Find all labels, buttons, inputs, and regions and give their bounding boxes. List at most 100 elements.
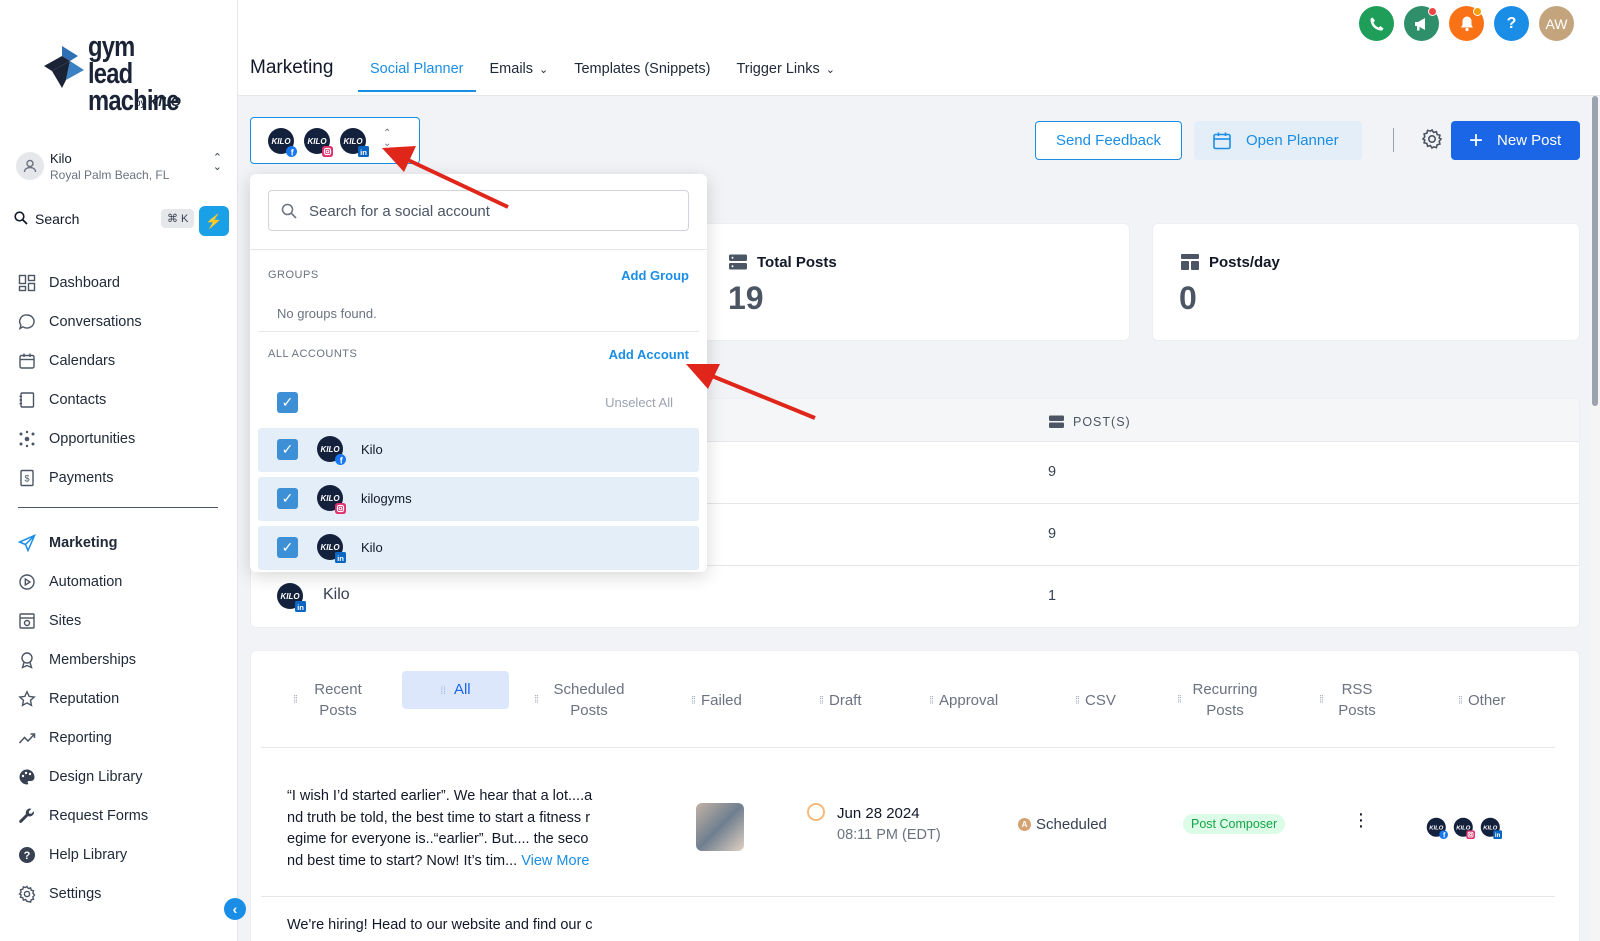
social-account-dropdown: GROUPS Add Group No groups found. ALL AC… [250, 174, 707, 572]
star-icon [16, 688, 38, 710]
sidebar-item-label: Contacts [49, 391, 107, 408]
svg-text:?: ? [24, 850, 31, 862]
sidebar-item-automation[interactable]: Automation [16, 562, 226, 601]
account-search[interactable] [268, 190, 689, 231]
account-name: Kilo [361, 442, 383, 457]
sidebar-item-memberships[interactable]: Memberships [16, 640, 226, 679]
sidebar-item-label: Payments [49, 469, 114, 486]
stat-card-posts-per-day: Posts/day 0 [1152, 223, 1580, 341]
sidebar-item-opportunities[interactable]: Opportunities [16, 419, 226, 458]
sidebar-item-conversations[interactable]: Conversations [16, 302, 226, 341]
post-divider [261, 896, 1555, 897]
calendar-icon [1213, 132, 1231, 150]
settings-gear-icon[interactable] [1421, 128, 1443, 150]
tab-draft[interactable]: ⁞⁞ Draft [819, 690, 861, 711]
chevron-down-icon: ⌄ [539, 64, 549, 76]
account-option[interactable]: ✓ Kilo [258, 428, 699, 472]
stat-label: Total Posts [729, 254, 837, 271]
sidebar-search[interactable]: Search ⌘ K ⚡ [14, 206, 229, 236]
tab-scheduled-posts[interactable]: ⁞⁞ Scheduled Posts [534, 679, 634, 721]
tab-rss-posts[interactable]: ⁞⁞ RSS Posts [1319, 679, 1385, 721]
chevron-updown-icon: ⌃ ⌄ [212, 152, 222, 173]
stat-label: Posts/day [1181, 254, 1280, 271]
new-post-button[interactable]: + New Post [1451, 121, 1580, 160]
table-row[interactable]: Kilo 1 [251, 565, 1579, 627]
tab-templates[interactable]: Templates (Snippets) [562, 52, 722, 92]
page-scrollbar[interactable] [1590, 96, 1600, 941]
quick-action-bolt-icon[interactable]: ⚡ [199, 206, 229, 236]
divider [1393, 128, 1394, 152]
drag-handle-icon: ⁞⁞ [819, 695, 824, 706]
view-more-link[interactable]: View More [521, 853, 589, 869]
open-planner-button[interactable]: Open Planner [1194, 121, 1362, 160]
brand-logo[interactable]: gym lead machine by KILO [40, 33, 200, 116]
account-search-input[interactable] [309, 199, 679, 223]
scrollbar-thumb[interactable] [1592, 96, 1598, 406]
status-author-badge: A [1018, 818, 1031, 831]
unselect-all-button[interactable]: Unselect All [605, 395, 673, 410]
sidebar-item-payments[interactable]: $ Payments [16, 458, 226, 497]
stat-value: 0 [1179, 280, 1197, 316]
automation-icon [16, 571, 38, 593]
post-count: 1 [1048, 588, 1057, 604]
page-title: Marketing [250, 57, 334, 78]
top-icons: ? AW [1359, 6, 1574, 41]
sidebar-item-marketing[interactable]: Marketing [16, 523, 226, 562]
tab-other[interactable]: ⁞⁞ Other [1458, 690, 1505, 711]
add-account-link[interactable]: Add Account [609, 347, 689, 362]
account-checkbox[interactable]: ✓ [277, 439, 298, 460]
post-thumbnail[interactable] [696, 803, 744, 851]
sidebar-item-label: Dashboard [49, 274, 120, 291]
kilo-linkedin-avatar [1480, 817, 1502, 839]
sidebar-item-dashboard[interactable]: Dashboard [16, 263, 226, 302]
sidebar-item-reputation[interactable]: Reputation [16, 679, 226, 718]
sidebar-item-reporting[interactable]: Reporting [16, 718, 226, 757]
drag-handle-icon: ⁞⁞ [1177, 694, 1182, 706]
sidebar-item-settings[interactable]: Settings [16, 874, 226, 913]
sidebar-item-request-forms[interactable]: Request Forms [16, 796, 226, 835]
phone-icon[interactable] [1359, 6, 1394, 41]
sidebar-item-calendars[interactable]: Calendars [16, 341, 226, 380]
wrench-icon [16, 805, 38, 827]
tab-emails[interactable]: Emails ⌄ [478, 52, 561, 92]
tab-failed[interactable]: ⁞⁞ Failed [691, 690, 742, 711]
tab-recent-posts[interactable]: ⁞⁞ Recent Posts [293, 679, 373, 721]
help-question-icon[interactable]: ? [1494, 6, 1529, 41]
sidebar-item-sites[interactable]: Sites [16, 601, 226, 640]
more-options-icon[interactable]: · · · [1356, 804, 1366, 836]
account-option[interactable]: ✓ kilogyms [258, 477, 699, 521]
sidebar-item-label: Request Forms [49, 807, 149, 824]
server-icon [1049, 415, 1064, 428]
tab-trigger-links[interactable]: Trigger Links ⌄ [724, 52, 847, 92]
sidebar-item-contacts[interactable]: Contacts [16, 380, 226, 419]
account-checkbox[interactable]: ✓ [277, 488, 298, 509]
bell-icon[interactable] [1449, 6, 1484, 41]
search-icon [14, 211, 28, 225]
sidebar-item-design-library[interactable]: Design Library [16, 757, 226, 796]
tab-recurring-posts[interactable]: ⁞⁞ Recurring Posts [1177, 679, 1263, 721]
social-account-picker[interactable]: ⌃ ⌄ [250, 117, 420, 164]
sidebar-item-label: Opportunities [49, 430, 136, 447]
kilo-facebook-avatar [1426, 817, 1448, 839]
layout-icon [1181, 254, 1199, 270]
account-checkbox[interactable]: ✓ [277, 537, 298, 558]
post-content: “I wish I’d started earlier”. We hear th… [287, 788, 593, 869]
tab-csv[interactable]: ⁞⁞ CSV [1075, 690, 1116, 711]
sidebar-item-help-library[interactable]: ? Help Library [16, 835, 226, 874]
megaphone-icon[interactable] [1404, 6, 1439, 41]
collapse-sidebar-chevron-icon[interactable]: ‹ [224, 898, 246, 920]
new-post-label: New Post [1497, 132, 1562, 149]
account-switcher[interactable]: Kilo Royal Palm Beach, FL ⌃ ⌄ [16, 150, 226, 184]
account-option[interactable]: ✓ Kilo [258, 526, 699, 570]
post-count: 9 [1048, 526, 1057, 542]
tab-all[interactable]: ⁞⁞ All [402, 671, 509, 709]
select-all-checkbox[interactable]: ✓ [277, 392, 298, 413]
send-feedback-button[interactable]: Send Feedback [1035, 121, 1182, 160]
user-avatar[interactable]: AW [1539, 6, 1574, 41]
tab-social-planner[interactable]: Social Planner [358, 52, 476, 92]
tab-approval[interactable]: ⁞⁞ Approval [929, 690, 998, 711]
stat-value: 19 [728, 280, 764, 316]
chevron-updown-icon: ⌃ ⌄ [383, 128, 392, 149]
send-icon [16, 532, 38, 554]
add-group-link[interactable]: Add Group [621, 268, 689, 283]
